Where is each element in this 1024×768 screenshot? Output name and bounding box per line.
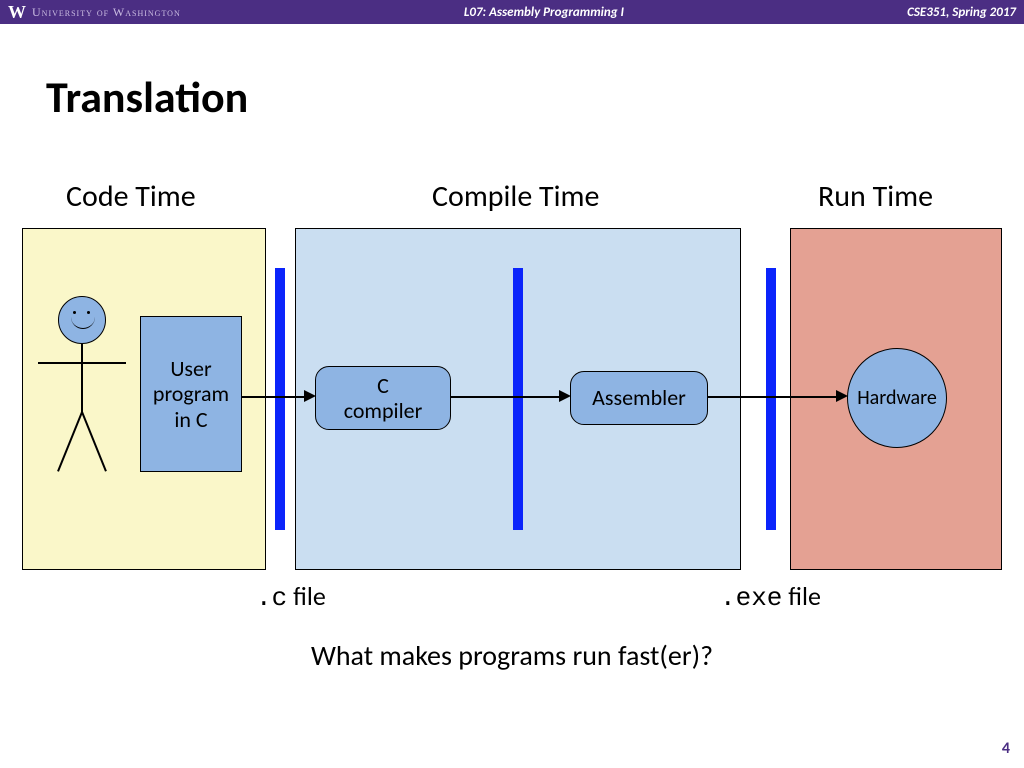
university-name: University of Washington [32, 5, 181, 20]
phase-label-compile: Compile Time [432, 178, 599, 215]
uw-logo-icon: W [8, 2, 26, 23]
arrow-head-icon [304, 390, 316, 402]
node-hardware: Hardware [847, 348, 947, 448]
page-title: Translation [46, 70, 248, 124]
lecture-title: L07: Assembly Programming I [464, 5, 624, 20]
node-c-compiler: C compiler [315, 366, 451, 430]
barrier-divider [513, 268, 523, 530]
file-word: file [287, 580, 326, 612]
node-assembler: Assembler [570, 371, 708, 425]
phase-label-run: Run Time [818, 178, 933, 215]
arrow-line [242, 396, 306, 398]
face-icon [58, 296, 106, 344]
barrier-divider [275, 268, 285, 530]
header-left: W University of Washington [8, 2, 181, 23]
file-ext: .exe [720, 583, 782, 613]
course-id: CSE351, Spring 2017 [907, 5, 1016, 20]
file-label-c: .c file [256, 580, 326, 613]
arrow-head-icon [836, 390, 848, 402]
arrow-head-icon [559, 390, 571, 402]
page-number: 4 [1002, 739, 1010, 758]
phase-label-code: Code Time [66, 178, 196, 215]
slide-header: W University of Washington L07: Assembly… [0, 0, 1024, 24]
file-word: file [782, 580, 821, 612]
arrow-line [708, 396, 838, 398]
arrow-line [451, 396, 561, 398]
slide-question: What makes programs run fast(er)? [0, 638, 1024, 673]
barrier-divider [766, 268, 776, 530]
user-icon [38, 296, 126, 486]
file-label-exe: .exe file [720, 580, 821, 613]
file-ext: .c [256, 583, 287, 613]
node-user-program: User program in C [140, 316, 242, 472]
